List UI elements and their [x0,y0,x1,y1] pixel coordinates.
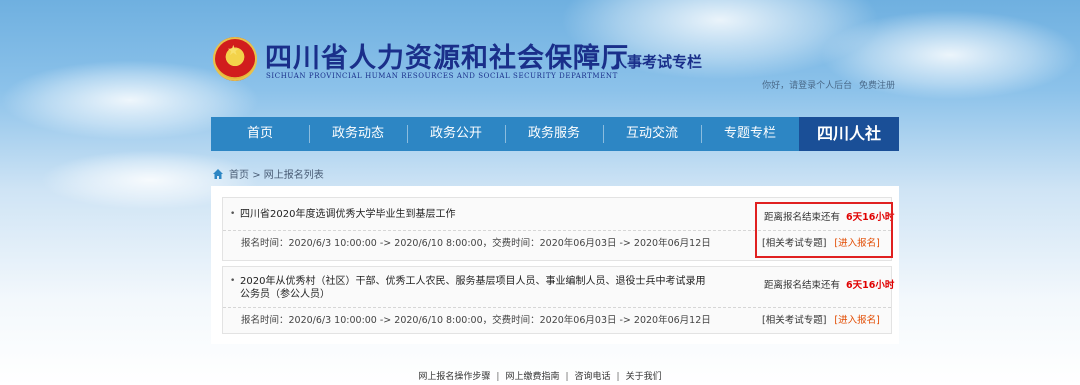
section-title: 人事考试专栏 [612,53,703,71]
register-link[interactable]: 免费注册 [859,81,895,91]
home-icon [213,169,223,179]
countdown: 距离报名结束还有 6天16小时 [764,277,894,291]
nav-item-news[interactable]: 政务动态 [309,117,407,151]
nav-item-home[interactable]: 首页 [211,117,309,151]
login-link[interactable]: 你好，请登录个人后台 [762,81,852,91]
breadcrumb-home[interactable]: 首页 [229,170,249,181]
listing-title[interactable]: 四川省2020年度选调优秀大学毕业生到基层工作 [240,208,720,221]
footer-separator: | [496,372,500,382]
apply-link[interactable]: [进入报名] [834,315,879,326]
breadcrumb: 首页 > 网上报名列表 [213,166,324,181]
footer-separator: | [616,372,620,382]
nav-item-disclosure[interactable]: 政务公开 [407,117,505,151]
bullet-icon: • [230,276,236,286]
footer-separator: | [565,372,569,382]
listing-meta: 报名时间：2020/6/3 10:00:00 -> 2020/6/10 8:00… [241,315,711,326]
footer-link-phone[interactable]: 咨询电话 [575,372,611,382]
related-topic-link[interactable]: [相关考试专题] [762,315,826,326]
footer-link-payment[interactable]: 网上缴费指南 [505,372,559,382]
listing-title[interactable]: 2020年从优秀村（社区）干部、优秀工人农民、服务基层项目人员、事业编制人员、退… [240,275,710,301]
highlight-box [755,202,893,258]
main-nav: 首页 政务动态 政务公开 政务服务 互动交流 专题专栏 [211,117,899,151]
breadcrumb-separator: > [252,170,261,181]
footer-links: 网上报名操作步骤 | 网上缴费指南 | 咨询电话 | 关于我们 [0,369,1080,382]
footer-link-steps[interactable]: 网上报名操作步骤 [418,372,490,382]
nav-item-interaction[interactable]: 互动交流 [603,117,701,151]
breadcrumb-current: 网上报名列表 [263,170,324,181]
site-title[interactable]: 四川省人力资源和社会保障厅 [265,36,629,75]
listing-links: [相关考试专题] [进入报名] [762,312,880,326]
nav-item-topics[interactable]: 专题专栏 [701,117,799,151]
listing-meta: 报名时间：2020/6/3 10:00:00 -> 2020/6/10 8:00… [241,238,711,249]
user-links: 你好，请登录个人后台 免费注册 [758,78,895,91]
countdown-label: 距离报名结束还有 [764,280,841,291]
bullet-icon: • [230,209,236,219]
site-subtitle: SICHUAN PROVINCIAL HUMAN RESOURCES AND S… [266,72,618,80]
brand-logo[interactable]: 四川人社 [799,117,899,151]
nav-item-services[interactable]: 政务服务 [505,117,603,151]
national-emblem-icon [213,37,257,81]
footer-link-about[interactable]: 关于我们 [626,372,662,382]
countdown-value: 6天16小时 [846,280,895,291]
